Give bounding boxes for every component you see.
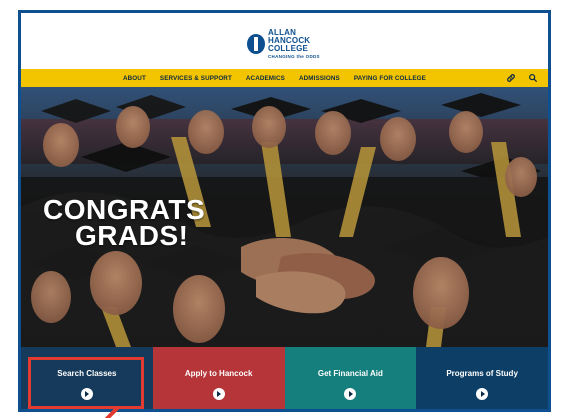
- site-header: ALLAN HANCOCK COLLEGE CHANGING the ODDS: [21, 13, 548, 69]
- hero-banner: CONGRATS GRADS!: [21, 87, 548, 347]
- search-icon[interactable]: [528, 73, 538, 83]
- nav-icons: [506, 69, 538, 87]
- cta-row: Search Classes Apply to Hancock Get Fina…: [21, 347, 548, 409]
- chevron-right-icon: [476, 388, 489, 400]
- chevron-right-icon: [80, 388, 93, 400]
- search-classes-button[interactable]: Search Classes: [21, 347, 153, 409]
- college-logo[interactable]: ALLAN HANCOCK COLLEGE CHANGING the ODDS: [247, 27, 339, 61]
- programs-of-study-label: Programs of Study: [446, 369, 518, 378]
- nav-item-admissions[interactable]: ADMISSIONS: [299, 75, 340, 82]
- apply-to-hancock-label: Apply to Hancock: [184, 369, 253, 378]
- nav-item-services-support[interactable]: SERVICES & SUPPORT: [160, 75, 232, 82]
- nav-item-about[interactable]: ABOUT: [123, 75, 146, 82]
- hero-headline-line-2: GRADS!: [75, 220, 189, 252]
- site-viewport: ALLAN HANCOCK COLLEGE CHANGING the ODDS …: [18, 10, 551, 412]
- logo-tagline: CHANGING the ODDS: [268, 53, 320, 59]
- chevron-right-icon: [212, 388, 225, 400]
- main-nav: ABOUT SERVICES & SUPPORT ACADEMICS ADMIS…: [21, 69, 548, 87]
- nav-item-academics[interactable]: ACADEMICS: [246, 75, 285, 82]
- college-logo-mark-icon: [247, 34, 265, 54]
- logo-line-3: COLLEGE: [268, 43, 309, 53]
- link-icon[interactable]: [506, 73, 516, 83]
- get-financial-aid-label: Get Financial Aid: [317, 369, 383, 378]
- screenshot-frame: ALLAN HANCOCK COLLEGE CHANGING the ODDS …: [0, 0, 573, 418]
- nav-items: ABOUT SERVICES & SUPPORT ACADEMICS ADMIS…: [123, 69, 426, 87]
- nav-item-paying-for-college[interactable]: PAYING FOR COLLEGE: [354, 75, 426, 82]
- get-financial-aid-button[interactable]: Get Financial Aid: [284, 347, 417, 409]
- apply-to-hancock-button[interactable]: Apply to Hancock: [152, 347, 285, 409]
- college-logo-text: ALLAN HANCOCK COLLEGE CHANGING the ODDS: [268, 28, 320, 60]
- search-classes-label: Search Classes: [57, 369, 117, 378]
- chevron-right-icon: [344, 388, 357, 400]
- hero-headline: CONGRATS GRADS!: [43, 195, 273, 252]
- programs-of-study-button[interactable]: Programs of Study: [416, 347, 548, 409]
